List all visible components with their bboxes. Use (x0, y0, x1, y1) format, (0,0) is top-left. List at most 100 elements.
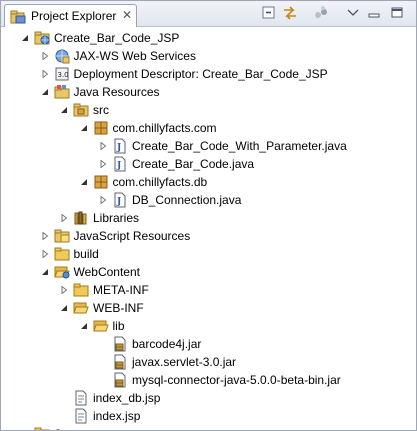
tree-item-label: WebContent (73, 265, 141, 279)
tree-item-label: barcode4j.jar (132, 337, 202, 351)
collapsed-twisty-icon[interactable] (99, 160, 107, 168)
tree-item-label: Libraries (93, 211, 140, 225)
tree-item[interactable]: com.chillyfacts.com (1, 119, 416, 137)
tree-item[interactable]: 3.0 Deployment Descriptor: Create_Bar_Cod… (1, 65, 416, 83)
java-file-icon: J (112, 192, 128, 208)
project-explorer-view: Project Explorer ✕ Create_Bar_Code_JSP J… (0, 0, 417, 431)
expanded-twisty-icon[interactable] (41, 88, 49, 96)
tree-item-label: DB_Connection.java (132, 193, 242, 207)
expanded-twisty-icon[interactable] (80, 178, 88, 186)
tree-item[interactable]: J DB_Connection.java (1, 191, 416, 209)
folder-icon (73, 282, 89, 298)
tree-item[interactable]: index_db.jsp (1, 389, 416, 407)
tree-item[interactable]: Create_Bar_Code_JSP (1, 29, 416, 47)
collapsed-twisty-icon[interactable] (41, 52, 49, 60)
tree-item[interactable]: JavaScript Resources (1, 227, 416, 245)
tree-item-label: index_db.jsp (93, 391, 161, 405)
svg-text:3.0: 3.0 (57, 71, 68, 79)
tree-item[interactable]: J Create_Bar_Code.java (1, 155, 416, 173)
minimize-icon[interactable] (365, 5, 383, 21)
tree-item[interactable]: Java Resources (1, 83, 416, 101)
collapsed-twisty-icon[interactable] (41, 232, 49, 240)
view-menu-icon[interactable] (344, 5, 362, 21)
tree-item-label: mysql-connector-java-5.0.0-beta-bin.jar (132, 373, 341, 387)
tree-item[interactable]: mysql-connector-java-5.0.0-beta-bin.jar (1, 371, 416, 389)
tree-item[interactable]: WebContent (1, 263, 416, 281)
java-file-icon: J (112, 138, 128, 154)
libraries-icon (73, 210, 89, 226)
folder-icon (34, 426, 50, 430)
tree-item-label: META-INF (93, 283, 149, 297)
tree-item-label: javax.servlet-3.0.jar (132, 355, 237, 369)
collapsed-twisty-icon[interactable] (99, 196, 107, 204)
expanded-twisty-icon[interactable] (80, 124, 88, 132)
java-file-icon: J (112, 156, 128, 172)
tree-item-label: WEB-INF (93, 301, 144, 315)
collapsed-twisty-icon[interactable] (41, 250, 49, 258)
tree-item[interactable]: WEB-INF (1, 299, 416, 317)
svg-text:J: J (116, 161, 121, 171)
source-folder-icon (73, 102, 89, 118)
collapsed-twisty-icon[interactable] (99, 142, 107, 150)
tree-item[interactable]: javax.servlet-3.0.jar (1, 353, 416, 371)
tree-item-label: build (73, 247, 99, 261)
collapsed-twisty-icon[interactable] (60, 214, 68, 222)
maximize-icon[interactable] (388, 5, 406, 21)
folder-open-icon (92, 318, 109, 334)
view-header: Project Explorer ✕ (1, 1, 416, 27)
folder-icon (54, 246, 70, 262)
tree-item-label: Create_Bar_Code.java (132, 157, 255, 171)
tree-item[interactable]: Servers (1, 425, 416, 430)
tree-item-label: JAX-WS Web Services (73, 49, 196, 63)
tree-item[interactable]: JAX-WS Web Services (1, 47, 416, 65)
expanded-twisty-icon[interactable] (21, 34, 29, 42)
collapsed-twisty-icon[interactable] (41, 70, 49, 78)
tree-item[interactable]: com.chillyfacts.db (1, 173, 416, 191)
deployment-descriptor-icon: 3.0 (54, 66, 70, 82)
tree-item-label: index.jsp (93, 409, 141, 423)
tree-item-label: Java Resources (73, 85, 160, 99)
tree-item[interactable]: Libraries (1, 209, 416, 227)
expanded-twisty-icon[interactable] (60, 304, 68, 312)
expanded-twisty-icon[interactable] (41, 268, 49, 276)
svg-text:J: J (116, 197, 121, 207)
tree-item-label: Deployment Descriptor: Create_Bar_Code_J… (73, 67, 328, 81)
tree-item-label: com.chillyfacts.com (112, 121, 217, 135)
tree-item[interactable]: lib (1, 317, 416, 335)
tab-title: Project Explorer (31, 9, 117, 23)
link-with-editor-icon[interactable] (281, 5, 299, 21)
jar-file-icon (112, 336, 128, 352)
jsp-file-icon (73, 390, 89, 406)
collapsed-twisty-icon[interactable] (60, 286, 68, 294)
tree-item[interactable]: META-INF (1, 281, 416, 299)
tree-item[interactable]: barcode4j.jar (1, 335, 416, 353)
tree-item-label: lib (112, 319, 125, 333)
tree-item[interactable]: src (1, 101, 416, 119)
tree-item[interactable]: build (1, 245, 416, 263)
collapse-all-icon[interactable] (260, 5, 278, 21)
web-services-icon (54, 48, 70, 64)
folder-open-icon (73, 300, 89, 316)
javascript-resources-icon (54, 228, 70, 244)
expanded-twisty-icon[interactable] (80, 322, 88, 330)
java-resources-icon (54, 84, 70, 100)
focus-icon[interactable] (312, 5, 330, 21)
jar-file-icon (112, 354, 128, 370)
expanded-twisty-icon[interactable] (60, 106, 68, 114)
tree-item[interactable]: J Create_Bar_Code_With_Parameter.java (1, 137, 416, 155)
web-project-icon (34, 30, 50, 46)
web-folder-icon (53, 264, 70, 280)
project-explorer-tab[interactable]: Project Explorer ✕ (4, 4, 137, 27)
package-icon (93, 174, 109, 190)
tree-item-label: Servers (54, 425, 95, 430)
jsp-file-icon (73, 408, 89, 424)
tree-item-label: JavaScript Resources (73, 229, 191, 243)
tree-item-label: Create_Bar_Code_With_Parameter.java (132, 139, 347, 153)
tree-item-label: src (93, 103, 109, 117)
jar-file-icon (112, 372, 128, 388)
project-explorer-icon (10, 10, 26, 24)
close-tab-icon[interactable]: ✕ (122, 8, 132, 22)
tree-item[interactable]: index.jsp (1, 407, 416, 425)
tree-item-label: Create_Bar_Code_JSP (54, 31, 180, 45)
package-icon (93, 120, 109, 136)
